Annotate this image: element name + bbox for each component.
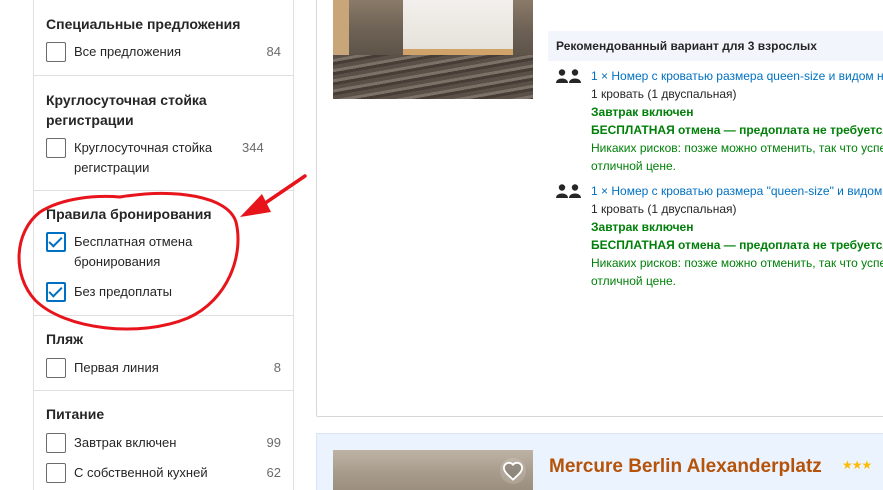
filter-option-first-line[interactable]: Первая линия 8 (46, 349, 281, 378)
filter-option-24h-reception[interactable]: Круглосуточная стойка регистрации 344 (46, 130, 281, 178)
save-favorite-button[interactable] (500, 458, 526, 484)
property-photo[interactable] (333, 0, 533, 99)
checkbox-checked[interactable] (46, 232, 66, 252)
filter-group-title: Пляж (46, 331, 84, 347)
filter-option-label: С собственной кухней (74, 465, 208, 480)
filter-group-title: Круглосуточная стойка регистрации (46, 92, 207, 128)
checkbox[interactable] (46, 138, 66, 158)
photo-carpet (333, 55, 533, 99)
filter-option-free-cancellation[interactable]: Бесплатная отмена бронирования (46, 224, 281, 272)
filter-option-label: Без предоплаты (74, 284, 172, 299)
checkbox[interactable] (46, 42, 66, 62)
filter-option-all-offers[interactable]: Все предложения 84 (46, 34, 281, 62)
two-persons-icon (556, 184, 581, 198)
free-cancellation: БЕСПЛАТНАЯ отмена — предоплата не требуе… (591, 123, 883, 137)
filter-group-beach: Пляж Первая линия 8 (34, 316, 293, 391)
filter-option-count: 8 (273, 360, 281, 375)
breakfast-included: Завтрак включен (591, 105, 694, 119)
filter-option-label: Бесплатная отмена бронирования (74, 234, 193, 269)
cancellation-note: отличной цене. (591, 274, 676, 288)
filter-option-label: Первая линия (74, 360, 159, 375)
checkbox-checked[interactable] (46, 282, 66, 302)
filter-group-title: Специальные предложения (46, 16, 241, 32)
checkbox[interactable] (46, 433, 66, 453)
filter-option-no-prepayment[interactable]: Без предоплаты (46, 272, 281, 302)
room-title-link[interactable]: 1 × Номер с кроватью размера "queen-size… (591, 182, 883, 200)
filter-group-title: Питание (46, 406, 105, 422)
filter-option-count: 62 (266, 465, 281, 480)
room-offer: 1 × Номер с кроватью размера "queen-size… (556, 182, 883, 292)
filter-option-label: Круглосуточная стойка регистрации (74, 140, 213, 175)
photo-bed (403, 0, 513, 55)
filter-group-booking-rules: Правила бронирования Бесплатная отмена б… (34, 191, 293, 316)
filter-group-reception: Круглосуточная стойка регистрации Кругло… (34, 76, 293, 191)
star-rating: ★★★ (842, 458, 872, 472)
room-bed-info: 1 кровать (1 двуспальная) (591, 202, 737, 216)
free-cancellation: БЕСПЛАТНАЯ отмена — предоплата не требуе… (591, 238, 883, 252)
filter-option-kitchen[interactable]: С собственной кухней 62 (46, 453, 281, 483)
heart-icon (502, 461, 524, 481)
filter-group-title: Правила бронирования (46, 206, 212, 222)
filter-option-count: 84 (266, 44, 281, 59)
filter-option-label: Завтрак включен (74, 435, 177, 450)
room-offer: 1 × Номер с кроватью размера queen-size … (556, 67, 883, 177)
cancellation-note: отличной цене. (591, 159, 676, 173)
cancellation-note: Никаких рисков: позже можно отменить, та… (591, 141, 883, 155)
filter-group-special-offers: Специальные предложения Все предложения … (34, 0, 293, 76)
filter-option-breakfast[interactable]: Завтрак включен 99 (46, 424, 281, 453)
cancellation-note: Никаких рисков: позже можно отменить, та… (591, 256, 883, 270)
filter-group-meals: Питание Завтрак включен 99 С собственной… (34, 391, 293, 483)
room-title-link[interactable]: 1 × Номер с кроватью размера queen-size … (591, 67, 883, 85)
hotel-name-link[interactable]: Mercure Berlin Alexanderplatz (549, 455, 822, 479)
room-bed-info: 1 кровать (1 двуспальная) (591, 87, 737, 101)
filter-option-count: 344 (242, 140, 264, 155)
breakfast-included: Завтрак включен (591, 220, 694, 234)
checkbox[interactable] (46, 358, 66, 378)
two-persons-icon (556, 69, 581, 83)
recommended-option-header: Рекомендованный вариант для 3 взрослых (548, 31, 883, 61)
filter-option-count: 99 (266, 435, 281, 450)
filters-sidebar: Специальные предложения Все предложения … (33, 0, 294, 490)
checkbox[interactable] (46, 463, 66, 483)
filter-option-label: Все предложения (74, 44, 182, 59)
